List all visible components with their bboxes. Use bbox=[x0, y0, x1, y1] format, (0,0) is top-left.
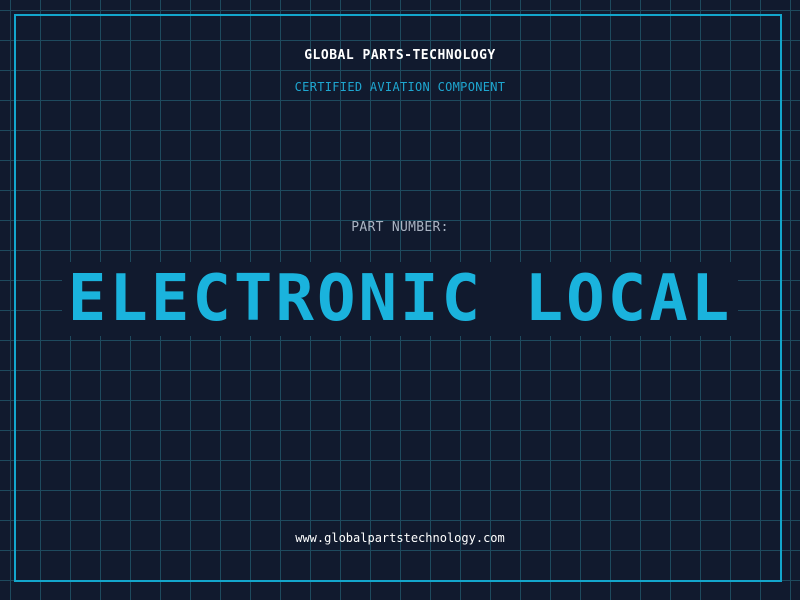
part-number-value: ELECTRONIC LOCAL bbox=[61, 262, 739, 336]
tagline: CERTIFIED AVIATION COMPONENT bbox=[294, 80, 506, 94]
part-number-label: PART NUMBER: bbox=[351, 220, 449, 235]
part-number-value-wrapper: ELECTRONIC LOCAL bbox=[0, 262, 800, 336]
website-url: www.globalpartstechnology.com bbox=[295, 531, 505, 545]
company-name: GLOBAL PARTS-TECHNOLOGY bbox=[304, 48, 496, 63]
